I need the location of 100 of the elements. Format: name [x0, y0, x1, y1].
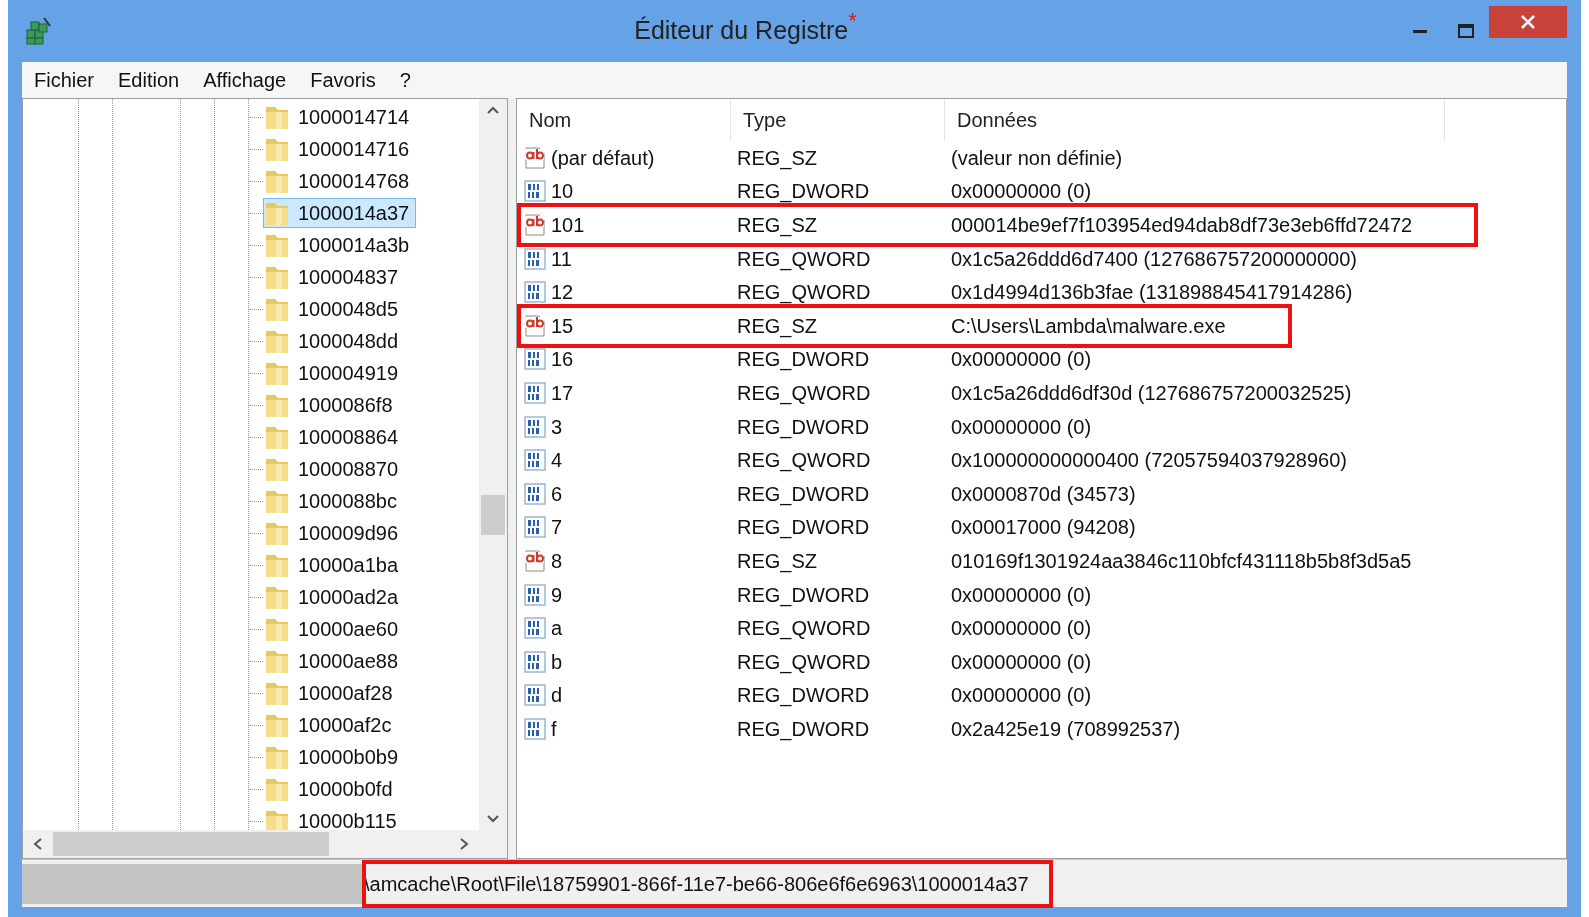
tree-item[interactable]: 1000014716: [263, 134, 417, 164]
value-name: 8: [551, 548, 563, 574]
value-data: 0x0000870d (34573): [950, 481, 1137, 507]
tree-item[interactable]: 1000014a3b: [263, 230, 417, 260]
value-name: 6: [551, 481, 563, 507]
asterisk-mark: *: [848, 7, 857, 36]
scroll-down-icon[interactable]: [486, 814, 500, 824]
tree-item[interactable]: 10000ae60: [263, 614, 406, 644]
column-header[interactable]: Nom: [517, 99, 731, 141]
tree-item[interactable]: 10000ad2a: [263, 582, 406, 612]
value-type: REG_DWORD: [736, 716, 871, 743]
string-value-icon: [523, 145, 547, 170]
menu-item[interactable]: Fichier: [34, 65, 94, 95]
tree-item[interactable]: 10000af2c: [263, 710, 399, 740]
value-type: REG_DWORD: [736, 481, 871, 508]
tree-item[interactable]: 100008870: [263, 454, 406, 484]
menu-item[interactable]: ?: [399, 65, 411, 95]
binary-value-icon: [523, 179, 547, 204]
value-name: 16: [551, 347, 574, 373]
column-header[interactable]: Type: [731, 99, 945, 141]
registry-app-icon: [24, 16, 54, 46]
binary-value-icon: [523, 347, 547, 372]
scrollbar-thumb[interactable]: [481, 495, 505, 535]
binary-value-icon: [523, 280, 547, 305]
scrollbar-thumb[interactable]: [53, 832, 329, 856]
tree-item[interactable]: 100004919: [263, 358, 406, 388]
value-data: 0x00000000 (0): [950, 582, 1093, 608]
menu-item[interactable]: Edition: [118, 65, 180, 95]
tree-item[interactable]: 1000014768: [263, 166, 417, 196]
binary-value-icon: [523, 683, 547, 708]
value-type: REG_SZ: [736, 213, 819, 239]
close-button[interactable]: [1489, 6, 1567, 38]
window-title: Éditeur du Registre: [634, 16, 849, 47]
value-name: f: [551, 716, 557, 742]
value-type: REG_SZ: [736, 145, 819, 172]
tree-item[interactable]: 100008864: [263, 422, 406, 452]
value-data: 0x1c5a26ddd6df30d (127686757200032525): [950, 380, 1353, 406]
string-value-icon: [523, 313, 547, 338]
tree-item[interactable]: 1000048d5: [263, 294, 406, 324]
value-type: REG_DWORD: [736, 414, 871, 441]
value-type: REG_QWORD: [736, 616, 872, 642]
tree-item[interactable]: 10000ae88: [263, 646, 406, 676]
value-name: 7: [551, 515, 563, 541]
value-name: b: [551, 649, 563, 675]
binary-value-icon: [523, 582, 547, 607]
value-type: REG_SZ: [736, 313, 819, 340]
menu-item[interactable]: Affichage: [203, 65, 287, 95]
menu-item[interactable]: Favoris: [310, 65, 376, 95]
value-type: REG_DWORD: [736, 582, 871, 609]
value-data: 0x00000000 (0): [950, 683, 1093, 709]
value-data: 0x2a425e19 (708992537): [950, 716, 1182, 742]
tree-item[interactable]: 1000014a37: [263, 198, 417, 228]
binary-value-icon: [523, 649, 547, 674]
value-data: 0x00000000 (0): [950, 616, 1093, 642]
value-name: 3: [551, 414, 563, 440]
value-data: 010169f1301924aa3846c110bfcf431118b5b8f3d5a5: [950, 548, 1413, 574]
column-header[interactable]: Données: [945, 99, 1445, 141]
tree-item[interactable]: 1000014714: [263, 102, 417, 132]
scroll-up-icon[interactable]: [486, 105, 500, 115]
value-name: 9: [551, 582, 563, 608]
tree-item[interactable]: 10000b0b9: [263, 742, 406, 772]
value-data: C:\Users\Lambda\malware.exe: [950, 313, 1227, 339]
binary-value-icon: [523, 246, 547, 271]
value-type: REG_QWORD: [736, 649, 872, 676]
value-data: 0x00000000 (0): [950, 649, 1093, 675]
value-type: REG_QWORD: [736, 380, 872, 407]
value-data: 000014be9ef7f103954ed94dab8df73e3eb6ffd72472: [950, 213, 1414, 238]
value-name: 15: [551, 313, 574, 339]
tree-item[interactable]: 1000048dd: [263, 326, 406, 356]
value-name: d: [551, 683, 563, 709]
value-data: 0x1c5a26ddd6d7400 (127686757200000000): [950, 246, 1358, 272]
value-name: 12: [551, 280, 574, 306]
tree-item[interactable]: 10000b0fd: [263, 774, 400, 804]
binary-value-icon: [523, 716, 547, 741]
value-type: REG_SZ: [736, 548, 819, 575]
value-data: 0x00000000 (0): [950, 414, 1093, 440]
value-name: 101: [551, 213, 585, 238]
value-type: REG_DWORD: [736, 179, 871, 205]
value-data: 0x100000000000400 (72057594037928960): [950, 448, 1348, 474]
value-data: (valeur non définie): [950, 145, 1124, 171]
binary-value-icon: [523, 515, 547, 540]
value-name: (par défaut): [551, 145, 655, 171]
value-type: REG_DWORD: [736, 347, 871, 373]
tree-item[interactable]: 10000af28: [263, 678, 400, 708]
tree-item[interactable]: 100004837: [263, 262, 406, 292]
value-name: 4: [551, 448, 563, 474]
value-name: a: [551, 616, 563, 642]
tree-item[interactable]: 10000a1ba: [263, 550, 406, 580]
value-name: 17: [551, 380, 574, 406]
tree-item[interactable]: 100009d96: [263, 518, 406, 548]
value-data: 0x1d4994d136b3fae (131898845417914286): [950, 280, 1354, 306]
tree-item[interactable]: 1000088bc: [263, 486, 404, 516]
binary-value-icon: [523, 380, 547, 405]
value-name: 11: [551, 246, 572, 272]
binary-value-icon: [523, 414, 547, 439]
tree-item[interactable]: 1000086f8: [263, 390, 400, 420]
value-type: REG_DWORD: [736, 683, 871, 709]
value-data: 0x00000000 (0): [950, 179, 1093, 205]
value-type: REG_DWORD: [736, 515, 871, 541]
binary-value-icon: [523, 616, 547, 641]
